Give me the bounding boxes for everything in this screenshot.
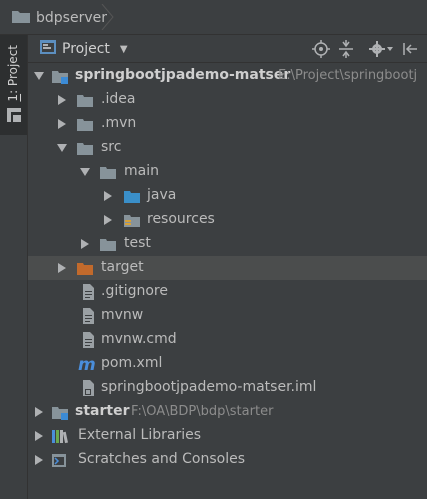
tree-row-mvn[interactable]: .mvn (28, 112, 427, 136)
module-folder-icon (52, 407, 68, 420)
scratches-label: Scratches and Consoles (78, 451, 245, 467)
collapsed-arrow-icon (104, 191, 112, 201)
iml-file-label: springbootjpademo-matser.iml (101, 379, 317, 395)
project-tab-label: 1: Project (6, 45, 20, 102)
project-view-selector[interactable]: Project ▼ (40, 35, 128, 63)
expanded-arrow-icon (57, 144, 67, 152)
main-folder-label: main (124, 163, 159, 179)
gitignore-file-label: .gitignore (101, 283, 168, 299)
folder-icon (77, 143, 93, 155)
tree-row-external-libraries[interactable]: External Libraries (28, 424, 427, 448)
expanded-arrow-icon (34, 72, 44, 80)
tree-row-idea[interactable]: .idea (28, 88, 427, 112)
tree-row-scratches[interactable]: Scratches and Consoles (28, 448, 427, 472)
tree-row-root-module[interactable]: springbootjpademo-matser E:\Project\spri… (28, 64, 427, 88)
starter-module-name: starter (75, 403, 130, 419)
text-file-icon (83, 308, 94, 324)
hide-panel-icon[interactable] (401, 40, 419, 58)
excluded-folder-icon (77, 263, 93, 275)
idea-folder-label: .idea (101, 91, 136, 107)
collapsed-arrow-icon (35, 431, 43, 441)
folder-icon (100, 239, 116, 251)
tree-row-java[interactable]: java (28, 184, 427, 208)
project-structure-icon (7, 107, 21, 127)
expanded-arrow-icon (80, 168, 90, 176)
collapsed-arrow-icon (81, 239, 89, 249)
text-file-icon (83, 284, 94, 300)
tree-row-src[interactable]: src (28, 136, 427, 160)
source-folder-icon (124, 191, 140, 203)
folder-icon (12, 8, 30, 27)
resources-folder-icon (124, 215, 140, 227)
scratches-icon (52, 454, 66, 467)
tree-row-starter[interactable]: starter F:\OA\BDP\bdp\starter (28, 400, 427, 424)
tree-row-gitignore[interactable]: .gitignore (28, 280, 427, 304)
mvnw-file-label: mvnw (101, 307, 144, 323)
root-module-name: springbootjpademo-matser (75, 67, 291, 83)
module-file-icon (83, 380, 94, 396)
target-folder-label: target (101, 259, 144, 275)
test-folder-label: test (124, 235, 151, 251)
collapsed-arrow-icon (58, 119, 66, 129)
locate-file-icon[interactable] (312, 40, 330, 58)
resources-folder-label: resources (147, 211, 215, 227)
root-module-path: E:\Project\springbootj (278, 68, 418, 83)
tree-row-resources[interactable]: resources (28, 208, 427, 232)
collapsed-arrow-icon (35, 407, 43, 417)
project-panel-toolbar: Project ▼ (28, 35, 427, 63)
tree-row-test[interactable]: test (28, 232, 427, 256)
folder-icon (77, 95, 93, 107)
project-view-icon (40, 40, 56, 58)
collapsed-arrow-icon (35, 455, 43, 465)
tool-window-strip: 1: Project (0, 35, 28, 499)
breadcrumb-separator (101, 4, 114, 30)
navigation-bar: bdpserver (0, 0, 427, 35)
tree-row-target[interactable]: target (28, 256, 427, 280)
mvnw-cmd-file-label: mvnw.cmd (101, 331, 177, 347)
collapsed-arrow-icon (58, 95, 66, 105)
java-folder-label: java (147, 187, 177, 203)
collapse-all-icon[interactable] (337, 40, 355, 58)
project-panel: Project ▼ springbootjpademo-matser E:\Pr… (28, 35, 427, 499)
folder-icon (100, 167, 116, 179)
project-panel-title: Project (62, 41, 110, 57)
gear-icon[interactable] (368, 40, 394, 58)
text-file-icon (83, 332, 94, 348)
external-libraries-label: External Libraries (78, 427, 201, 443)
library-icon (52, 430, 68, 444)
module-folder-icon (52, 71, 68, 84)
tree-row-mvnw[interactable]: mvnw (28, 304, 427, 328)
tree-row-iml[interactable]: springbootjpademo-matser.iml (28, 376, 427, 400)
breadcrumb-label: bdpserver (36, 9, 107, 26)
src-folder-label: src (101, 139, 122, 155)
mvn-folder-label: .mvn (101, 115, 137, 131)
maven-icon: m (78, 356, 96, 372)
tree-row-pom[interactable]: m pom.xml (28, 352, 427, 376)
chevron-down-icon: ▼ (119, 43, 128, 55)
svg-text:m: m (78, 356, 96, 372)
folder-icon (77, 119, 93, 131)
tree-row-main[interactable]: main (28, 160, 427, 184)
pom-file-label: pom.xml (101, 355, 163, 371)
collapsed-arrow-icon (104, 215, 112, 225)
starter-module-path: F:\OA\BDP\bdp\starter (131, 404, 274, 419)
collapsed-arrow-icon (58, 263, 66, 273)
project-tool-window-tab[interactable]: 1: Project (0, 35, 27, 135)
tree-row-mvnw-cmd[interactable]: mvnw.cmd (28, 328, 427, 352)
project-tree: springbootjpademo-matser E:\Project\spri… (28, 63, 427, 499)
